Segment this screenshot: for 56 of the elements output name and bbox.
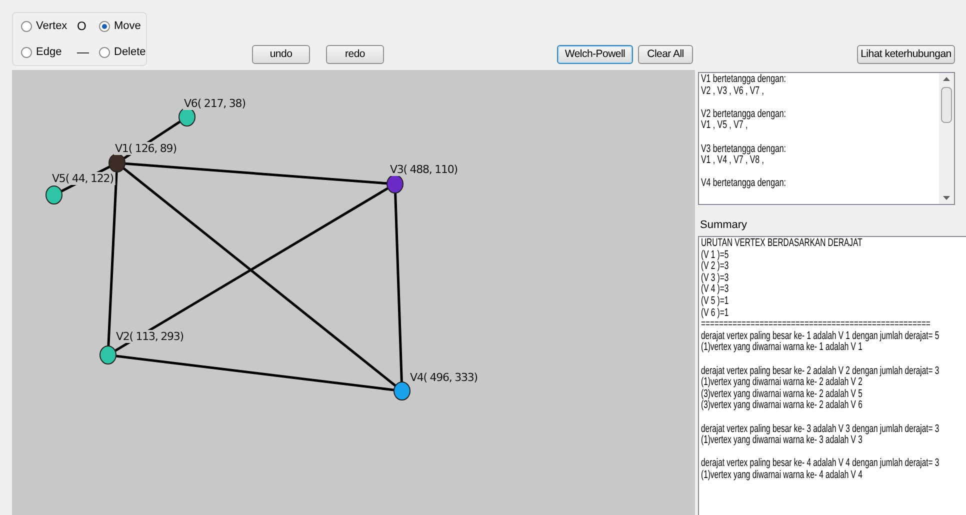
text-line: V2 , V3 , V6 , V7 , (701, 84, 764, 97)
text-line: (V 3 )=3 (701, 272, 729, 284)
text-line: derajat vertex paling besar ke- 2 adalah V 2 dengan jumlah derajat= 3 (701, 364, 940, 377)
radio-option[interactable]: Move (99, 18, 141, 34)
graph-vertex[interactable] (178, 108, 196, 126)
graph-canvas[interactable]: V1( 126, 89) V2( 113, 293) V3( 488, 110) V4( 496, 333) V5( 44, 122) V6( 217, 38) (12, 70, 695, 515)
text-line: V3 bertetangga dengan: (701, 142, 786, 155)
graph-vertex[interactable] (46, 186, 62, 204)
shape-symbol: — (77, 44, 89, 61)
vertex-label: V6( 217, 38) (184, 97, 246, 110)
text-line: (V 6 )=1 (701, 306, 729, 319)
radio-option[interactable]: Edge (21, 44, 62, 60)
text-line: (1)vertex yang diwarnai warna ke- 1 adalah V 1 (701, 341, 862, 354)
vertex-label: V2( 113, 293) (116, 330, 184, 343)
graph-vertex[interactable] (386, 174, 404, 194)
shape-symbol: O (77, 18, 86, 35)
text-line: URUTAN VERTEX BERDASARKAN DERAJAT (701, 237, 862, 249)
text-line: V1 bertetangga dengan: (701, 73, 786, 85)
radio-option[interactable]: Vertex (21, 18, 68, 34)
text-line: (3)vertex yang diwarnai warna ke- 2 adalah V 6 (701, 399, 862, 412)
scroll-up-icon[interactable] (943, 77, 950, 81)
toolbar-button[interactable]: Welch-Powell (557, 45, 633, 64)
vertex-label: V3( 488, 110) (390, 163, 458, 176)
radio-option[interactable]: Delete (99, 44, 146, 60)
summary-label: Summary (700, 219, 748, 232)
text-line: (V 4 )=3 (701, 283, 729, 296)
scroll-down-icon[interactable] (943, 196, 950, 200)
text-line: (3)vertex yang diwarnai warna ke- 2 adalah V 5 (701, 388, 862, 400)
text-line: derajat vertex paling besar ke- 4 adalah V 4 dengan jumlah derajat= 3 (701, 457, 940, 470)
vertex-label: V1( 126, 89) (115, 142, 177, 155)
scroll-thumb[interactable] (941, 87, 952, 123)
text-line: derajat vertex paling besar ke- 1 adalah V 1 dengan jumlah derajat= 5 (701, 330, 940, 342)
text-line: (1)vertex yang diwarnai warna ke- 4 adalah V 4 (701, 468, 862, 481)
summary-box[interactable] (698, 236, 966, 515)
vertex-label: V4( 496, 333) (410, 371, 478, 384)
text-line: V2 bertetangga dengan: (701, 108, 786, 120)
text-line: (1)vertex yang diwarnai warna ke- 3 adalah V 3 (701, 434, 862, 446)
text-line: V1 , V5 , V7 , (701, 119, 748, 132)
graph-vertex[interactable] (100, 346, 116, 364)
text-line: (V 2 )=3 (701, 260, 729, 272)
text-line: =================================================== (701, 318, 930, 330)
text-line: (V 5 )=1 (701, 294, 729, 307)
toolbar-button[interactable]: undo (252, 45, 310, 64)
text-line: V4 bertetangga dengan: (701, 177, 786, 190)
graph-vertex[interactable] (394, 382, 410, 400)
text-line: V1 , V4 , V7 , V8 , (701, 154, 764, 166)
text-line: (1)vertex yang diwarnai warna ke- 2 adalah V 2 (701, 376, 862, 388)
toolbar-button[interactable]: redo (326, 45, 384, 64)
toolbar-button[interactable]: Clear All (638, 45, 693, 64)
text-line: derajat vertex paling besar ke- 3 adalah V 3 dengan jumlah derajat= 3 (701, 422, 940, 434)
text-line: (V 1 )=5 (701, 248, 729, 261)
neighbors-list[interactable]: V1 bertetangga dengan: V2 , V3 , V6 , V7 , V2 bertetangga dengan: V1 , V5 , V7 , V3 bertetangga dengan: V1 , V4 , V7 , V8 , V4 bertetangga dengan: (698, 72, 955, 205)
graph-vertex[interactable] (108, 154, 126, 172)
scrollbar[interactable] (939, 73, 954, 204)
vertex-label: V5( 44, 122) (52, 172, 114, 185)
toolbar-button[interactable]: Lihat keterhubungan (857, 45, 955, 64)
